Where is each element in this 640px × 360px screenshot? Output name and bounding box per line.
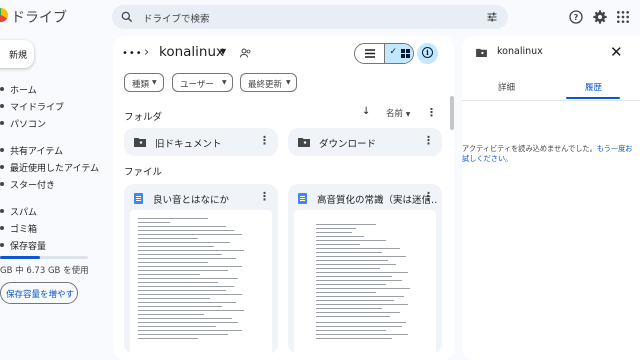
google-docs-icon (298, 193, 307, 204)
folder-shared-icon (298, 138, 310, 147)
activity-error-message: アクティビティを読み込めませんでした。もう一度お試しください。 (462, 144, 633, 163)
cloud-icon (0, 243, 4, 247)
details-button[interactable]: i (417, 43, 438, 64)
scrollbar[interactable] (450, 96, 454, 130)
folder-shared-icon (134, 138, 146, 147)
document-preview-lines (316, 224, 410, 339)
storage-bar-fill (0, 256, 40, 259)
filter-modified-chip[interactable]: 最終更新 ▼ (240, 73, 297, 92)
home-icon (0, 87, 4, 91)
more-options-icon[interactable]: ⋮ (423, 190, 434, 203)
document-thumbnail (130, 210, 272, 354)
more-options-icon[interactable]: ⋮ (423, 134, 434, 147)
active-tab-indicator (566, 97, 620, 99)
sort-by-name[interactable]: 名前 ▼ (386, 107, 410, 119)
tab-activity[interactable]: 履歴 (585, 81, 602, 93)
grid-view-button[interactable]: ✓ (383, 44, 413, 63)
details-panel-title: konalinux (497, 46, 543, 57)
folder-card[interactable]: ダウンロード ⋮ (288, 128, 442, 156)
settings-icon[interactable] (592, 9, 608, 25)
storage-usage-text: GB 中 6.73 GB を使用 (0, 266, 89, 276)
app-title[interactable]: ドライブ (11, 7, 67, 27)
more-icon[interactable]: ••• (122, 48, 143, 59)
shared-icon (0, 148, 4, 152)
chevron-right-icon: › (144, 45, 150, 60)
close-icon[interactable]: ✕ (610, 43, 623, 61)
svg-text:?: ? (574, 13, 579, 22)
drive-icon (0, 104, 4, 108)
search-input[interactable]: ドライブで検索 (143, 11, 210, 25)
spam-icon (0, 209, 4, 213)
buy-storage-button[interactable]: 保存容量を増やす (0, 282, 78, 304)
more-options-icon[interactable]: ⋮ (426, 106, 437, 119)
star-icon (0, 182, 4, 186)
folder-shared-icon (476, 48, 487, 57)
chevron-down-icon: ▼ (222, 79, 227, 86)
document-thumbnail (294, 210, 436, 354)
tab-divider (462, 100, 640, 101)
help-icon[interactable]: ? (568, 9, 584, 25)
current-folder-name[interactable]: konalinux (159, 44, 224, 60)
folders-heading: フォルダ (124, 112, 163, 123)
filter-type-chip[interactable]: 種類 ▼ (124, 73, 164, 92)
more-options-icon[interactable]: ⋮ (259, 190, 270, 203)
storage-bar (0, 256, 88, 259)
sort-direction-icon[interactable]: ↓ (362, 106, 370, 117)
more-options-icon[interactable]: ⋮ (259, 134, 270, 147)
info-icon: i (422, 47, 433, 58)
folder-menu-caret-icon[interactable]: ▼ (220, 47, 226, 56)
list-view-button[interactable] (355, 44, 384, 63)
files-heading: ファイル (124, 167, 163, 178)
new-button[interactable]: 新規 (0, 40, 34, 68)
buy-storage-label: 保存容量を増やす (6, 290, 75, 300)
search-icon[interactable] (120, 10, 134, 24)
trash-icon (0, 226, 4, 230)
document-preview-lines (138, 218, 244, 339)
recent-icon (0, 165, 4, 169)
computer-icon (0, 121, 4, 125)
shared-folder-icon (240, 48, 251, 58)
google-docs-icon (134, 193, 143, 204)
chevron-down-icon: ▼ (405, 111, 411, 118)
file-card[interactable]: 良い音とはなにか ⋮ (124, 184, 278, 354)
list-view-icon (365, 49, 375, 58)
new-button-label: 新規 (9, 51, 28, 61)
filter-user-chip[interactable]: ユーザー ▼ (172, 73, 233, 92)
grid-view-icon (400, 49, 410, 58)
apps-grid-icon[interactable] (615, 9, 631, 25)
view-toggle[interactable]: ✓ (354, 43, 414, 64)
tab-details[interactable]: 詳細 (498, 81, 515, 93)
folder-card[interactable]: 旧ドキュメント ⋮ (124, 128, 278, 156)
file-card[interactable]: 高音質化の常識（実は迷信… ⋮ (288, 184, 442, 354)
drive-logo[interactable] (0, 8, 8, 22)
search-options-icon[interactable] (486, 11, 498, 23)
chevron-down-icon: ▼ (286, 79, 291, 86)
search-bar[interactable]: ドライブで検索 (112, 5, 508, 29)
check-icon: ✓ (389, 47, 398, 57)
chevron-down-icon: ▼ (152, 79, 157, 86)
details-panel (462, 36, 640, 360)
